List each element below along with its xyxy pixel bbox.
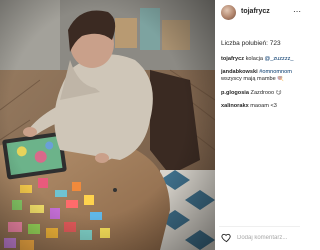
post-sidebar: tojafrycz ⋯ Liczba polubień: 723 tojafry… — [215, 0, 301, 250]
heart-icon[interactable] — [221, 232, 232, 243]
comment-item: p.glogosia Zazdrooo 😏 — [221, 90, 301, 97]
comment-item: wszyscy mają mambe 🍭 — [221, 76, 301, 83]
comment-mention-link[interactable]: @_zuzzzz_ — [265, 56, 294, 62]
comment-user-link[interactable]: jandabkowski — [221, 69, 258, 75]
comment-item: jandabkowski #omnomnom — [221, 69, 301, 76]
username-link[interactable]: tojafrycz — [241, 8, 270, 15]
add-comment-input[interactable] — [237, 232, 300, 244]
comment-text: Zazdrooo 😏 — [248, 89, 282, 96]
comment-text: wszyscy mają mambe 🍭 — [221, 76, 285, 83]
comment-text: kolacja — [244, 56, 265, 62]
comment-user-link[interactable]: tojafrycz — [221, 56, 244, 62]
comment-item: tojafrycz kolacja @_zuzzzz_ — [221, 56, 301, 63]
comment-divider — [219, 226, 300, 227]
post-header: tojafrycz ⋯ — [219, 3, 301, 25]
avatar[interactable] — [221, 5, 236, 20]
comment-user-link[interactable]: xalinorakx — [221, 103, 249, 109]
more-options-icon[interactable]: ⋯ — [293, 7, 301, 16]
comment-bar — [219, 229, 300, 247]
comments-list: tojafrycz kolacja @_zuzzzz_ jandabkowski… — [221, 56, 301, 116]
comment-text: maoam <3 — [248, 102, 277, 109]
comment-hashtag-link[interactable]: #omnomnom — [259, 69, 292, 75]
comment-item: xalinorakx maoam <3 — [221, 103, 301, 110]
photo-illustration — [0, 0, 215, 250]
post-photo[interactable] — [0, 0, 215, 250]
comment-user-link[interactable]: p.glogosia — [221, 90, 249, 96]
likes-count[interactable]: Liczba polubień: 723 — [221, 40, 281, 47]
